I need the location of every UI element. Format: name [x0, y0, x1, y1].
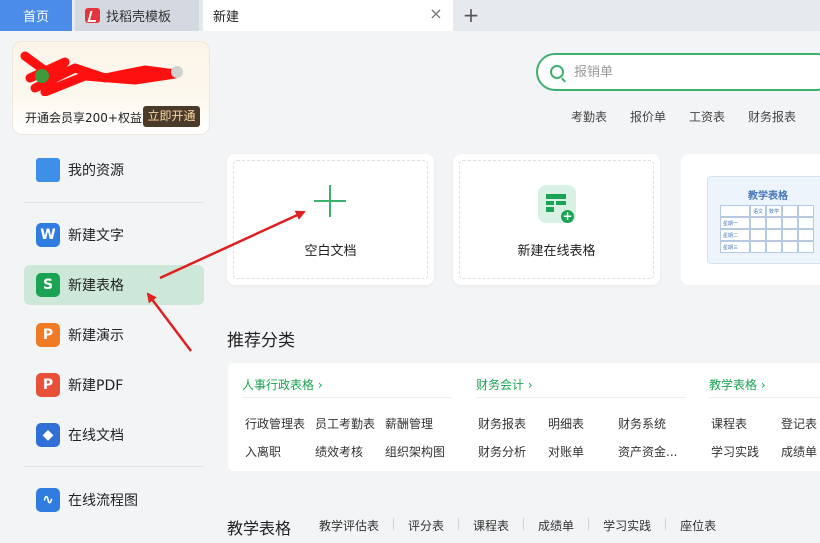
vip-open-button[interactable]: 立即开通: [143, 106, 200, 127]
teaching-link[interactable]: 评分表: [408, 517, 444, 534]
category-item[interactable]: 学习实践: [711, 443, 759, 460]
category-item[interactable]: 明细表: [548, 415, 584, 432]
sidebar-item-label: 新建文字: [68, 228, 124, 244]
plus-badge-icon: +: [561, 209, 574, 223]
sidebar-item-online-flowchart[interactable]: ∿ 在线流程图: [24, 480, 204, 520]
teaching-links: 教学评估表 评分表 课程表 成绩单 学习实践 座位表: [319, 517, 716, 534]
search-icon: [550, 65, 564, 79]
template-thumbnail: 教学表格 语文 数学 星期一 星期二 星期三: [707, 176, 820, 264]
tab-bar: 首页 找稻壳模板 新建 × +: [0, 0, 820, 31]
hot-link[interactable]: 报价单: [630, 108, 666, 125]
category-item[interactable]: 财务分析: [478, 443, 526, 460]
link-separator: [523, 518, 525, 530]
hot-search-links: 考勤表 报价单 工资表 财务报表: [571, 108, 796, 125]
sidebar: 开通会员享200+权益 立即开通 我的资源 W 新建文字 S 新建表格 P 新建…: [0, 31, 222, 543]
new-online-sheet-card[interactable]: + 新建在线表格: [453, 154, 660, 285]
tab-home[interactable]: 首页: [0, 0, 72, 31]
category-item[interactable]: 薪酬管理: [385, 415, 433, 432]
tab-new-label: 新建: [213, 10, 240, 25]
search-box[interactable]: [536, 53, 820, 91]
add-tab-icon[interactable]: +: [460, 4, 482, 26]
card-label: 新建在线表格: [517, 244, 596, 259]
teaching-section-title: 教学表格: [227, 519, 292, 538]
sidebar-item-new-spreadsheet[interactable]: S 新建表格: [24, 265, 204, 305]
card-label: 空白文档: [304, 244, 357, 259]
category-item[interactable]: 绩效考核: [315, 443, 363, 460]
online-sheet-icon: +: [538, 185, 576, 223]
presentation-icon: P: [36, 323, 60, 347]
category-divider: [476, 397, 686, 398]
link-separator: [458, 518, 460, 530]
vip-card[interactable]: 开通会员享200+权益 立即开通: [12, 41, 210, 135]
teaching-link[interactable]: 课程表: [473, 517, 509, 534]
category-link-hr[interactable]: 人事行政表格 ›: [242, 376, 323, 393]
search-input[interactable]: [574, 64, 774, 80]
recommend-section-title: 推荐分类: [227, 331, 295, 351]
category-item[interactable]: 入离职: [245, 443, 281, 460]
template-cell: 星期二: [720, 229, 750, 241]
template-table: 语文 数学 星期一 星期二 星期三: [720, 205, 814, 253]
sidebar-item-label: 新建PDF: [68, 378, 124, 394]
teaching-link[interactable]: 学习实践: [603, 517, 651, 534]
category-divider: [242, 397, 452, 398]
category-divider: [709, 397, 820, 398]
template-cell: 语文: [750, 205, 766, 217]
hot-link[interactable]: 工资表: [689, 108, 725, 125]
category-item[interactable]: 成绩单: [781, 443, 817, 460]
plus-icon-bar: [314, 200, 346, 202]
spreadsheet-icon: S: [36, 273, 60, 297]
sidebar-item-label: 新建表格: [68, 278, 124, 294]
sidebar-item-label: 新建演示: [68, 328, 124, 344]
tab-template-label: 找稻壳模板: [106, 10, 172, 25]
tab-new[interactable]: 新建 ×: [203, 0, 453, 31]
sidebar-item-new-presentation[interactable]: P 新建演示: [24, 315, 204, 355]
category-item[interactable]: 登记表: [781, 415, 817, 432]
flowchart-icon: ∿: [36, 488, 60, 512]
template-cell: 数学: [766, 205, 782, 217]
category-link-teaching[interactable]: 教学表格 ›: [709, 376, 766, 393]
sidebar-item-label: 在线文档: [68, 428, 124, 444]
sidebar-item-my-resources[interactable]: 我的资源: [24, 150, 204, 190]
teaching-link[interactable]: 成绩单: [538, 517, 574, 534]
category-item[interactable]: 财务报表: [478, 415, 526, 432]
sidebar-item-label: 在线流程图: [68, 493, 138, 509]
teaching-link[interactable]: 教学评估表: [319, 517, 379, 534]
cloud-doc-icon: ◆: [36, 423, 60, 447]
category-link-finance[interactable]: 财务会计 ›: [476, 376, 533, 393]
category-item[interactable]: 员工考勤表: [315, 415, 375, 432]
recommend-panel: 人事行政表格 › 行政管理表 员工考勤表 薪酬管理 入离职 绩效考核 组织架构图…: [228, 363, 820, 471]
category-item[interactable]: 资产资金...: [618, 443, 677, 460]
hot-link[interactable]: 考勤表: [571, 108, 607, 125]
sidebar-divider: [24, 466, 204, 467]
category-item[interactable]: 对账单: [548, 443, 584, 460]
sidebar-item-online-doc[interactable]: ◆ 在线文档: [24, 415, 204, 455]
vip-promo-text: 开通会员享200+权益: [25, 111, 142, 125]
link-separator: [588, 518, 590, 530]
template-title: 教学表格: [748, 191, 788, 202]
writer-icon: W: [36, 223, 60, 247]
template-card-teaching[interactable]: 教学表格 语文 数学 星期一 星期二 星期三: [681, 154, 820, 285]
card-dashed-frame: [233, 160, 428, 279]
link-separator: [665, 518, 667, 530]
sidebar-item-new-pdf[interactable]: P 新建PDF: [24, 365, 204, 405]
close-icon[interactable]: ×: [429, 6, 443, 22]
link-separator: [393, 518, 395, 530]
tab-template-store[interactable]: 找稻壳模板: [75, 0, 199, 31]
template-cell: 星期三: [720, 241, 750, 253]
pdf-icon: P: [36, 373, 60, 397]
folder-icon: [36, 158, 60, 182]
teaching-link[interactable]: 座位表: [680, 517, 716, 534]
docer-logo-icon: [85, 8, 100, 23]
hot-link[interactable]: 财务报表: [748, 108, 796, 125]
category-item[interactable]: 行政管理表: [245, 415, 305, 432]
blank-document-card[interactable]: 空白文档: [227, 154, 434, 285]
template-cell: 星期一: [720, 217, 750, 229]
sidebar-divider: [24, 202, 204, 203]
category-item[interactable]: 课程表: [711, 415, 747, 432]
redacted-scribble: [20, 51, 183, 96]
sidebar-item-label: 我的资源: [68, 163, 124, 179]
sidebar-item-new-writer[interactable]: W 新建文字: [24, 215, 204, 255]
category-item[interactable]: 财务系统: [618, 415, 666, 432]
category-item[interactable]: 组织架构图: [385, 443, 445, 460]
